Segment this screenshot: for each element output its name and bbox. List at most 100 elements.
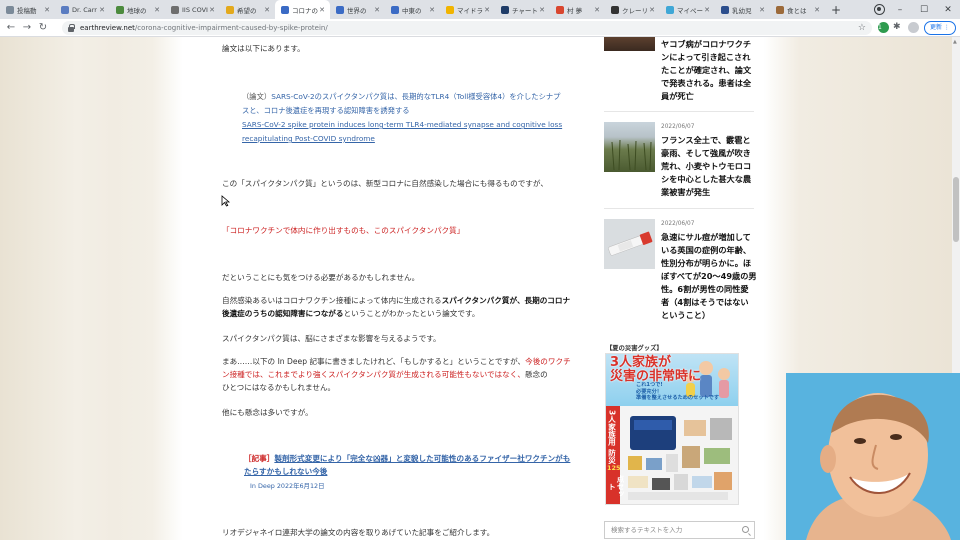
tab-close-icon[interactable]: ✕ (44, 6, 50, 14)
tab-close-icon[interactable]: ✕ (99, 6, 105, 14)
maximize-icon[interactable]: ☐ (912, 5, 936, 15)
ad-headline: 3人家族が 災害の非常時に (610, 356, 701, 384)
disaster-kit-ad[interactable]: 3人家族が 災害の非常時に これ1つで! 必要充分！ 準備を整えさせるためのセッ… (605, 353, 739, 505)
paragraph-6: 他にも懸念は多いですが。 (222, 408, 313, 417)
related-link-line2[interactable]: たらすかもしれない今後 (244, 467, 327, 476)
browser-tab[interactable]: IIS COVI ✕ (165, 0, 220, 19)
search-input[interactable]: 検索するテキストを入力 (604, 521, 755, 539)
presenter-face-icon (786, 373, 960, 540)
update-button[interactable]: 更新 ⋮ (924, 21, 956, 35)
ad-vertical-line: 点セット (607, 475, 626, 498)
browser-tab[interactable]: 食とは ✕ (770, 0, 825, 19)
tab-close-icon[interactable]: ✕ (814, 6, 820, 14)
browser-tab[interactable]: 投稿動 ✕ (0, 0, 55, 19)
post-thumbnail[interactable] (604, 122, 655, 172)
mouse-cursor-icon (221, 195, 231, 207)
post-title[interactable]: フランス全土で、霰雹と 豪雨、そして強風が吹き 荒れ、小麦やトウモロコ シを中心… (661, 134, 757, 199)
tab-close-icon[interactable]: ✕ (429, 6, 435, 14)
p3-part-d: ということがわかったという論文です。 (343, 309, 480, 318)
reload-icon[interactable]: ↻ (35, 22, 51, 33)
browser-tab[interactable]: 乳幼児 ✕ (715, 0, 770, 19)
tab-favicon-icon (116, 5, 124, 14)
ad-subline-line: これ1つで! (636, 382, 663, 388)
browser-tab[interactable]: コロナの ✕ (275, 0, 330, 19)
tab-favicon-icon (611, 5, 619, 14)
back-icon[interactable]: ← (3, 22, 19, 33)
tab-favicon-icon (6, 5, 14, 14)
extensions-puzzle-icon[interactable]: ✱ (893, 22, 901, 32)
tab-label: 村 夢 (567, 6, 583, 15)
tab-close-icon[interactable]: ✕ (594, 6, 600, 14)
browser-tab[interactable]: マイドラ ✕ (440, 0, 495, 19)
tab-close-icon[interactable]: ✕ (319, 6, 325, 14)
quote-jp-line2[interactable]: スと、コロナ後遺症を再現する認知障害を誘発する (242, 106, 410, 115)
window-controls: – ☐ ✕ (888, 0, 960, 19)
tab-close-icon[interactable]: ✕ (264, 6, 270, 14)
paragraph-3: 自然感染あるいはコロナワクチン接種によって体内に生成されるスパイクタンパク質が、… (222, 294, 574, 320)
sidebar: ヤコブ病がコロナワクチ ンによって引き起こされ たことが確定され、論文 で発表さ… (604, 37, 757, 540)
tab-favicon-icon (61, 5, 69, 14)
browser-tab[interactable]: Dr. Carr ✕ (55, 0, 110, 19)
forward-icon[interactable]: → (19, 22, 35, 33)
extension-badge-icon[interactable]: 1 (878, 22, 889, 33)
test-tube-image-icon (604, 219, 655, 269)
tab-label: 投稿動 (17, 6, 37, 15)
paper-title-link-line2[interactable]: recapitulating Post-COVID syndrome (242, 134, 375, 143)
tab-close-icon[interactable]: ✕ (209, 6, 215, 14)
post-title[interactable]: ヤコブ病がコロナワクチ ンによって引き起こされ たことが確定され、論文 で発表さ… (661, 38, 757, 103)
tab-favicon-icon (226, 5, 234, 14)
post-thumbnail[interactable] (604, 219, 655, 269)
tab-close-icon[interactable]: ✕ (759, 6, 765, 14)
post-title-line: いる英国の症例の年齢、 (661, 245, 752, 255)
paper-title-link-line1[interactable]: SARS-CoV-2 spike protein induces long-te… (242, 120, 562, 129)
close-window-icon[interactable]: ✕ (936, 5, 960, 15)
tab-close-icon[interactable]: ✕ (649, 6, 655, 14)
search-icon[interactable] (742, 526, 749, 533)
ad-headline-line: 3人家族が (610, 355, 672, 370)
scrollbar-thumb[interactable] (953, 177, 959, 242)
minimize-icon[interactable]: – (888, 5, 912, 15)
related-link-line1[interactable]: 製剤形式変更により「完全な凶器」と変貌した可能性のあるファイザー社ワクチンがも (274, 454, 570, 463)
scroll-up-icon[interactable]: ▲ (953, 39, 957, 45)
post-title-line: ヤコブ病がコロナワクチ (661, 39, 752, 49)
post-title[interactable]: 急速にサル痘が増加して いる英国の症例の年齢、 性別分布が明らかに。ほ ぼすべて… (661, 231, 757, 322)
post-title-line: 者（4割はそうではない (661, 297, 749, 307)
tab-favicon-icon (171, 5, 179, 14)
post-date: 2022/06/07 (661, 221, 695, 227)
profile-avatar[interactable] (908, 22, 919, 33)
ad-subline-line: 必要充分！ (636, 388, 662, 395)
browser-tab[interactable]: チャート ✕ (495, 0, 550, 19)
tab-close-icon[interactable]: ✕ (154, 6, 160, 14)
post-title-line: ぼすべてが20〜49歳の男 (661, 271, 757, 281)
post-thumbnail[interactable] (604, 37, 655, 51)
url-text[interactable]: earthreview.net/corona-cognitive-impairm… (80, 24, 328, 32)
bookmark-star-icon[interactable]: ☆ (858, 23, 866, 33)
record-icon[interactable] (874, 4, 885, 15)
browser-tab[interactable]: マイペー ✕ (660, 0, 715, 19)
tab-close-icon[interactable]: ✕ (539, 6, 545, 14)
tab-label: 中東の (402, 6, 422, 15)
quote-jp-line1[interactable]: SARS-CoV-2のスパイクタンパク質は、長期的なTLR4（Toll様受容体4… (271, 92, 560, 101)
ad-subline-line: 準備を整えさせるためのセットです (636, 395, 720, 401)
ad-vertical-line: 3人家族用 (607, 410, 617, 446)
sidebar-divider (604, 111, 754, 112)
tab-close-icon[interactable]: ✕ (484, 6, 490, 14)
address-bar[interactable]: earthreview.net/corona-cognitive-impairm… (62, 21, 872, 35)
post-title-line: 員が死亡 (661, 91, 694, 101)
tab-favicon-icon (446, 5, 454, 14)
browser-tab[interactable]: 中東の ✕ (385, 0, 440, 19)
browser-tab[interactable]: 希望の ✕ (220, 0, 275, 19)
article-intro: 論文は以下にあります。 (222, 44, 305, 53)
browser-tab[interactable]: 村 夢 ✕ (550, 0, 605, 19)
article-body: 論文は以下にあります。 （論文）SARS-CoV-2のスパイクタンパク質は、長期… (184, 37, 600, 540)
tab-label: マイペー (677, 6, 703, 15)
tab-close-icon[interactable]: ✕ (374, 6, 380, 14)
browser-tab[interactable]: クレーリ ✕ (605, 0, 660, 19)
browser-tab[interactable]: 地球の ✕ (110, 0, 165, 19)
lock-icon[interactable] (68, 23, 75, 32)
browser-tab[interactable]: 世界の ✕ (330, 0, 385, 19)
new-tab-icon[interactable]: + (831, 3, 841, 17)
webcam-overlay (786, 373, 960, 540)
post-title-line: 豪雨、そして強風が吹き (661, 148, 751, 158)
tab-close-icon[interactable]: ✕ (704, 6, 710, 14)
